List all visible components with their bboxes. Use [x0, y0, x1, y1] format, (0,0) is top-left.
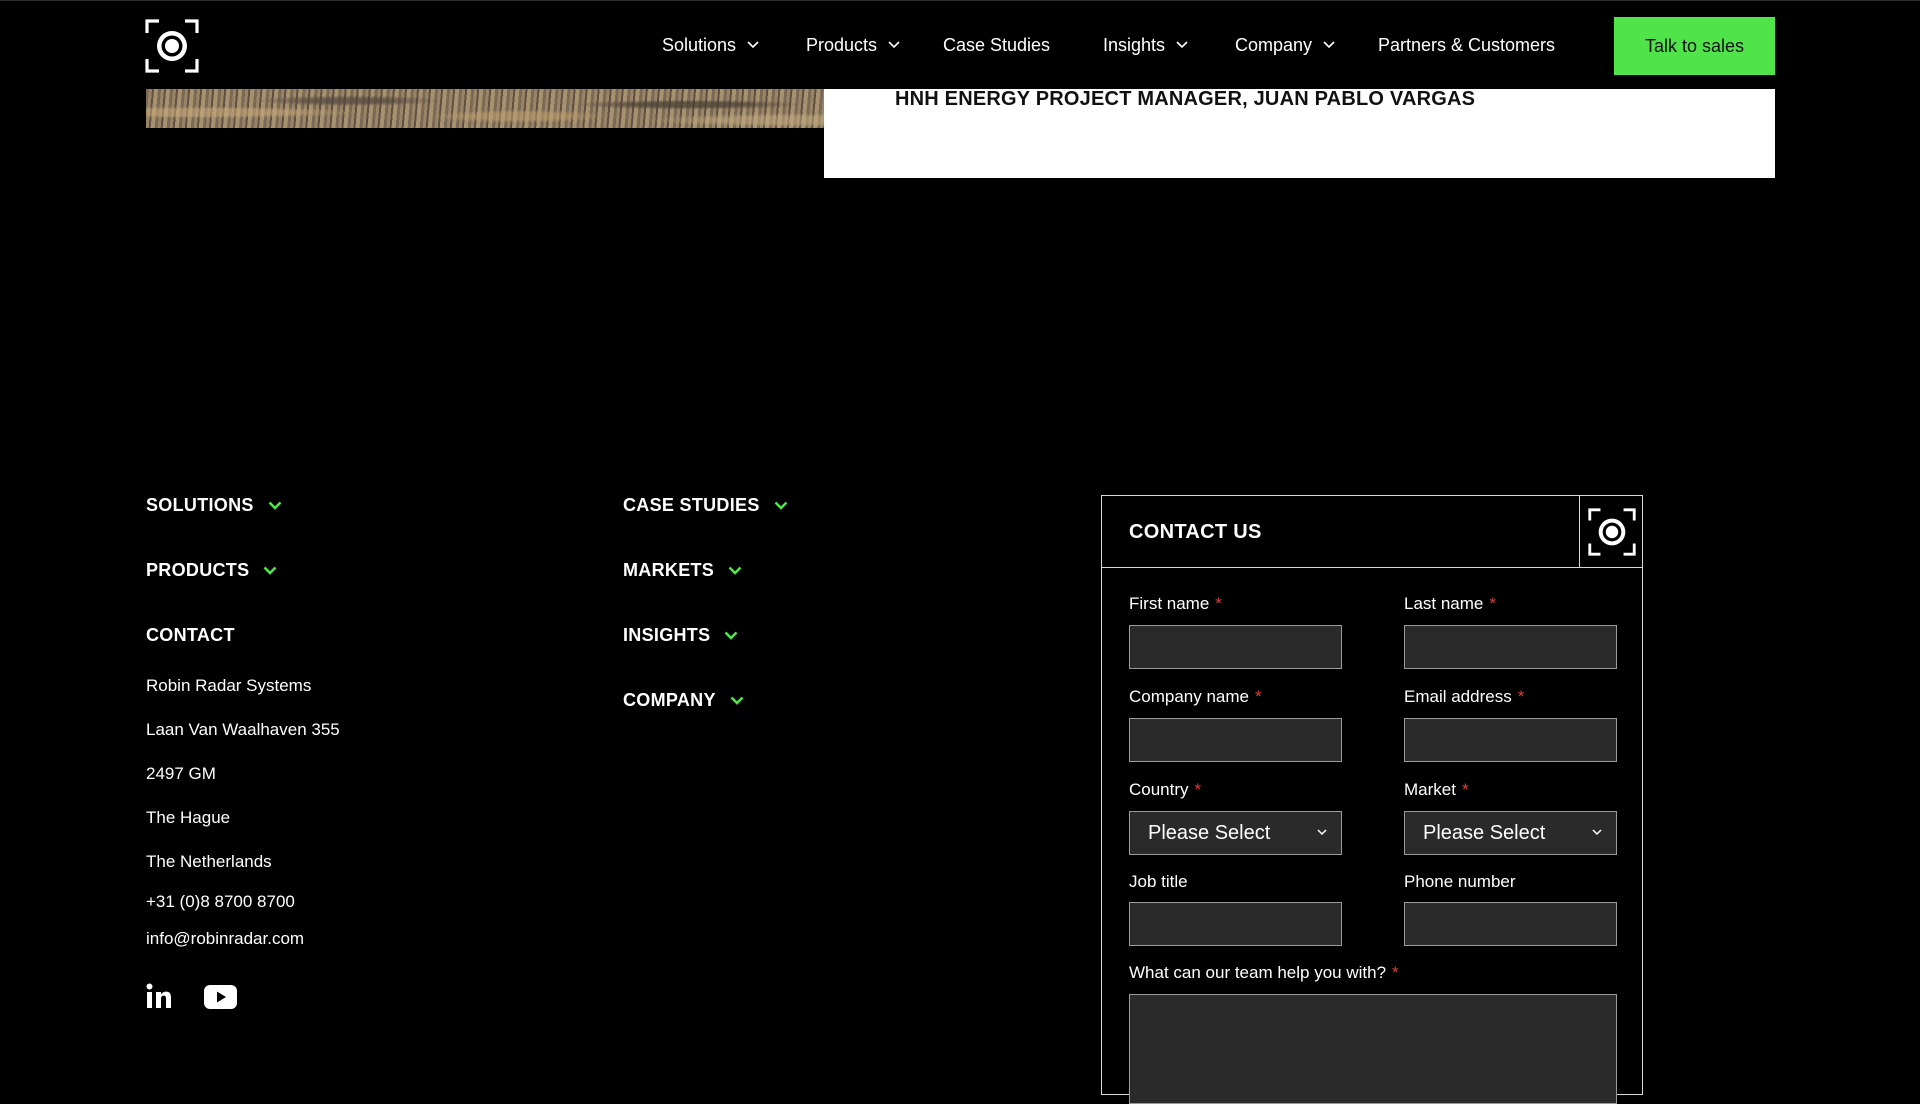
chevron-down-icon [774, 501, 788, 510]
contact-phone-link[interactable]: +31 (0)8 8700 8700 [146, 892, 295, 912]
help-textarea[interactable] [1129, 994, 1617, 1104]
country-select[interactable]: Please Select [1129, 811, 1342, 855]
nav-partners-customers[interactable]: Partners & Customers [1378, 31, 1555, 59]
nav-case-studies[interactable]: Case Studies [943, 31, 1050, 59]
email-label-text: Email address [1404, 687, 1512, 706]
chevron-down-icon [888, 41, 900, 49]
chevron-down-icon [268, 501, 282, 510]
first-name-input[interactable] [1129, 625, 1342, 669]
robin-radar-logo-icon[interactable] [145, 19, 199, 73]
required-marker: * [1517, 687, 1525, 706]
required-marker: * [1194, 780, 1202, 799]
address-street: Laan Van Waalhaven 355 [146, 720, 340, 739]
case-study-photo [146, 89, 824, 128]
footer-nav-insights[interactable]: INSIGHTS [623, 625, 738, 646]
nav-insights-label: Insights [1103, 34, 1166, 55]
company-name-label: Company name * [1129, 687, 1262, 707]
nav-products-label: Products [806, 34, 878, 55]
footer-nav-products[interactable]: PRODUCTS [146, 560, 277, 581]
nav-company[interactable]: Company [1235, 31, 1335, 59]
required-marker: * [1255, 687, 1262, 706]
job-title-input[interactable] [1129, 902, 1342, 946]
phone-label: Phone number [1404, 872, 1516, 891]
nav-insights[interactable]: Insights [1103, 31, 1188, 59]
market-select[interactable]: Please Select [1404, 811, 1617, 855]
last-name-label: Last name * [1404, 594, 1496, 614]
address-company: Robin Radar Systems [146, 676, 312, 695]
phone-input[interactable] [1404, 902, 1617, 946]
chevron-down-icon [1323, 41, 1335, 49]
footer-nav-markets-label: MARKETS [623, 560, 715, 580]
chevron-down-icon [747, 41, 759, 49]
nav-partners-customers-label: Partners & Customers [1378, 34, 1556, 55]
contact-form: CONTACT US First name * Last name * Compan… [1101, 495, 1643, 1104]
footer-nav-markets[interactable]: MARKETS [623, 560, 742, 581]
nav-solutions-label: Solutions [662, 34, 737, 55]
market-label: Market * [1404, 780, 1469, 800]
last-name-label-text: Last name [1404, 594, 1484, 613]
job-title-label: Job title [1129, 872, 1188, 891]
contact-email-link[interactable]: info@robinradar.com [146, 929, 304, 949]
footer-nav-solutions-label: SOLUTIONS [146, 495, 254, 515]
market-select-value: Please Select [1423, 821, 1546, 844]
footer-nav-company-label: COMPANY [623, 690, 716, 710]
required-marker: * [1461, 780, 1469, 799]
chevron-down-icon [263, 566, 277, 575]
country-label: Country * [1129, 780, 1201, 800]
chevron-down-icon [725, 631, 738, 640]
testimonial-card: HNH ENERGY PROJECT MANAGER, JUAN PABLO V… [824, 89, 1775, 178]
testimonial-author: HNH ENERGY PROJECT MANAGER, JUAN PABLO V… [895, 88, 1476, 110]
help-label-text: What can our team help you with? [1129, 963, 1387, 982]
required-marker: * [1215, 594, 1222, 613]
contact-form-logo [1579, 496, 1643, 567]
address-country: The Netherlands [146, 852, 272, 871]
contact-form-header: CONTACT US [1102, 496, 1642, 568]
footer-nav-solutions[interactable]: SOLUTIONS [146, 495, 282, 516]
email-label: Email address * [1404, 687, 1524, 707]
footer-contact-title: CONTACT [146, 625, 235, 645]
chevron-down-icon [728, 566, 742, 575]
first-name-label-text: First name [1129, 594, 1210, 613]
chevron-down-icon [730, 696, 744, 705]
help-label: What can our team help you with? * [1129, 963, 1399, 983]
required-marker: * [1489, 594, 1497, 613]
chevron-down-icon [1317, 829, 1327, 836]
site-header: Solutions Products Case Studies Insights… [0, 0, 1920, 89]
linkedin-icon[interactable] [146, 983, 172, 1009]
nav-products[interactable]: Products [806, 31, 900, 59]
company-name-input[interactable] [1129, 718, 1342, 762]
footer-nav-products-label: PRODUCTS [146, 560, 250, 580]
last-name-input[interactable] [1404, 625, 1617, 669]
chevron-down-icon [1592, 829, 1602, 836]
footer-nav-insights-label: INSIGHTS [623, 625, 711, 645]
youtube-icon[interactable] [204, 985, 237, 1009]
market-label-text: Market [1404, 780, 1456, 799]
talk-to-sales-label: Talk to sales [1644, 35, 1745, 56]
footer-nav-case-studies-label: CASE STUDIES [623, 495, 760, 515]
required-marker: * [1392, 963, 1399, 982]
email-input[interactable] [1404, 718, 1617, 762]
country-label-text: Country [1129, 780, 1189, 799]
address-postcode: 2497 GM [146, 764, 216, 783]
nav-case-studies-label: Case Studies [943, 34, 1051, 55]
chevron-down-icon [1176, 41, 1188, 49]
contact-form-title: CONTACT US [1129, 521, 1262, 543]
address-city: The Hague [146, 808, 231, 827]
talk-to-sales-button[interactable]: Talk to sales [1614, 17, 1775, 75]
footer-nav-case-studies[interactable]: CASE STUDIES [623, 495, 788, 516]
first-name-label: First name * [1129, 594, 1222, 614]
nav-company-label: Company [1235, 34, 1313, 55]
nav-solutions[interactable]: Solutions [662, 31, 759, 59]
country-select-value: Please Select [1148, 821, 1271, 844]
robin-radar-logo-icon [1587, 507, 1636, 556]
company-name-label-text: Company name [1129, 687, 1250, 706]
footer-nav-company[interactable]: COMPANY [623, 690, 744, 711]
